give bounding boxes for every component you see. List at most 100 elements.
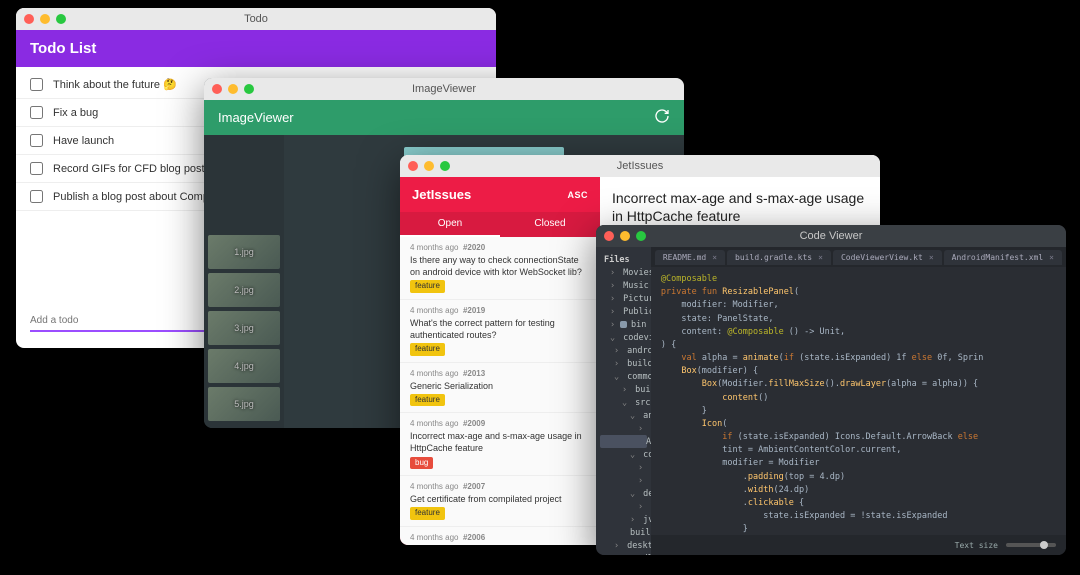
editor-tab[interactable]: README.md× — [655, 250, 725, 265]
traffic-lights — [24, 14, 66, 24]
tree-node[interactable]: ›jvmMain — [600, 513, 647, 526]
minimize-icon[interactable] — [228, 84, 238, 94]
tree-node[interactable]: ›gradle — [600, 552, 647, 555]
code-editor[interactable]: @Composableprivate fun ResizablePanel( m… — [651, 267, 1066, 535]
tree-node[interactable]: ›kotlin — [600, 500, 647, 513]
minimize-icon[interactable] — [424, 161, 434, 171]
chevron-icon: ⌄ — [614, 372, 619, 382]
close-tab-icon[interactable]: × — [929, 253, 934, 262]
issue-title: Is there any way to check connectionStat… — [410, 254, 590, 278]
tab-closed[interactable]: Closed — [500, 212, 600, 237]
close-tab-icon[interactable]: × — [712, 253, 717, 262]
chevron-icon: ⌄ — [630, 450, 635, 460]
refresh-icon[interactable] — [654, 108, 670, 127]
thumbnail[interactable]: 2.jpg — [208, 273, 280, 307]
issues-list[interactable]: 4 months ago #2020 Is there any way to c… — [400, 237, 600, 545]
close-tab-icon[interactable]: × — [1049, 253, 1054, 262]
issue-item[interactable]: 4 months ago #2020 Is there any way to c… — [400, 237, 600, 300]
zoom-icon[interactable] — [56, 14, 66, 24]
issue-item[interactable]: 4 months ago #2009 Incorrect max-age and… — [400, 413, 600, 476]
editor-tab[interactable]: AndroidManifest.xml× — [944, 250, 1062, 265]
textsize-slider[interactable] — [1006, 543, 1056, 547]
file-tree[interactable]: Files ›Movies›Music›Pictures›Public›bin⌄… — [596, 247, 651, 555]
tab-label: build.gradle.kts — [735, 253, 812, 262]
close-icon[interactable] — [604, 231, 614, 241]
tree-node[interactable]: ›Movies — [600, 266, 647, 279]
zoom-icon[interactable] — [636, 231, 646, 241]
tree-node[interactable]: ›desktop — [600, 539, 647, 552]
close-icon[interactable] — [24, 14, 34, 24]
minimize-icon[interactable] — [40, 14, 50, 24]
issue-title: What's the correct pattern for testing a… — [410, 317, 590, 341]
issue-item[interactable]: 4 months ago #2006 Ktor slow startup dur… — [400, 527, 600, 545]
todo-text: Fix a bug — [53, 107, 98, 119]
window-title: Code Viewer — [596, 230, 1066, 242]
tree-node[interactable]: ›Pictures — [600, 292, 647, 305]
tree-node[interactable]: ⌄codeviewer — [600, 331, 647, 344]
zoom-icon[interactable] — [440, 161, 450, 171]
tree-node[interactable]: ›resources — [600, 474, 647, 487]
tab-open[interactable]: Open — [400, 212, 500, 237]
issue-age: 4 months ago — [410, 419, 458, 428]
tree-node[interactable]: ›kotlin — [600, 422, 647, 435]
tree-node[interactable]: AndroidManifest.xml — [600, 435, 647, 448]
traffic-lights — [408, 161, 450, 171]
tree-node[interactable]: ⌄common — [600, 370, 647, 383]
issue-age: 4 months ago — [410, 533, 458, 542]
status-bar: Text size — [651, 535, 1066, 555]
tree-node[interactable]: ›Music — [600, 279, 647, 292]
tree-node[interactable]: ›Public — [600, 305, 647, 318]
chevron-icon: › — [610, 320, 616, 330]
codeviewer-titlebar[interactable]: Code Viewer — [596, 225, 1066, 247]
thumbnail[interactable]: 3.jpg — [208, 311, 280, 345]
tree-node[interactable]: build.gradle.kts — [600, 526, 647, 539]
thumbnail[interactable]: 4.jpg — [208, 349, 280, 383]
app-title: ImageViewer — [218, 110, 294, 125]
close-tab-icon[interactable]: × — [818, 253, 823, 262]
todo-checkbox[interactable] — [30, 134, 43, 147]
slider-knob[interactable] — [1040, 541, 1048, 549]
close-icon[interactable] — [408, 161, 418, 171]
node-label: Movies — [623, 268, 651, 278]
tree-node[interactable]: ›bin — [600, 318, 647, 331]
issue-item[interactable]: 4 months ago #2019 What's the correct pa… — [400, 300, 600, 363]
traffic-lights — [604, 231, 646, 241]
jetissues-titlebar[interactable]: JetIssues — [400, 155, 880, 177]
thumbnail[interactable]: 5.jpg — [208, 387, 280, 421]
todo-checkbox[interactable] — [30, 78, 43, 91]
node-label: desktop — [627, 541, 651, 551]
minimize-icon[interactable] — [620, 231, 630, 241]
issue-number: #2009 — [463, 419, 485, 428]
todo-text: Have launch — [53, 135, 114, 147]
thumbnail[interactable]: 1.jpg — [208, 235, 280, 269]
todo-checkbox[interactable] — [30, 162, 43, 175]
todo-checkbox[interactable] — [30, 106, 43, 119]
chevron-icon: ⌄ — [622, 398, 627, 408]
todo-checkbox[interactable] — [30, 190, 43, 203]
close-icon[interactable] — [212, 84, 222, 94]
editor-tab[interactable]: CodeViewerView.kt× — [833, 250, 942, 265]
tree-node[interactable]: ⌄src — [600, 396, 647, 409]
issue-title: Ktor slow startup duration — [410, 544, 590, 545]
tree-node[interactable]: ⌄androidMain — [600, 409, 647, 422]
node-label: build.gradle.kts — [630, 528, 651, 538]
issue-tabs: Open Closed — [400, 212, 600, 237]
todo-text: Think about the future 🤔 — [53, 78, 177, 91]
chevron-icon: ⌄ — [630, 489, 635, 499]
sort-toggle[interactable]: ASC — [567, 190, 588, 200]
issue-item[interactable]: 4 months ago #2007 Get certificate from … — [400, 476, 600, 527]
editor-tab[interactable]: build.gradle.kts × — [727, 250, 831, 265]
tree-node[interactable]: ›kotlin — [600, 461, 647, 474]
tree-node[interactable]: ›build — [600, 383, 647, 396]
detail-title: Incorrect max-age and s-max-age usage in… — [612, 189, 868, 225]
tree-node[interactable]: ›build — [600, 357, 647, 370]
tree-node[interactable]: ⌄desktopMain — [600, 487, 647, 500]
chevron-icon: › — [638, 476, 643, 486]
zoom-icon[interactable] — [244, 84, 254, 94]
tree-node[interactable]: ⌄commonMain — [600, 448, 647, 461]
tree-node[interactable]: ›android — [600, 344, 647, 357]
code-line: content: @Composable () -> Unit, — [661, 326, 1056, 339]
todo-titlebar[interactable]: Todo — [16, 8, 496, 30]
issue-item[interactable]: 4 months ago #2013 Generic Serialization… — [400, 363, 600, 414]
imageviewer-titlebar[interactable]: ImageViewer — [204, 78, 684, 100]
